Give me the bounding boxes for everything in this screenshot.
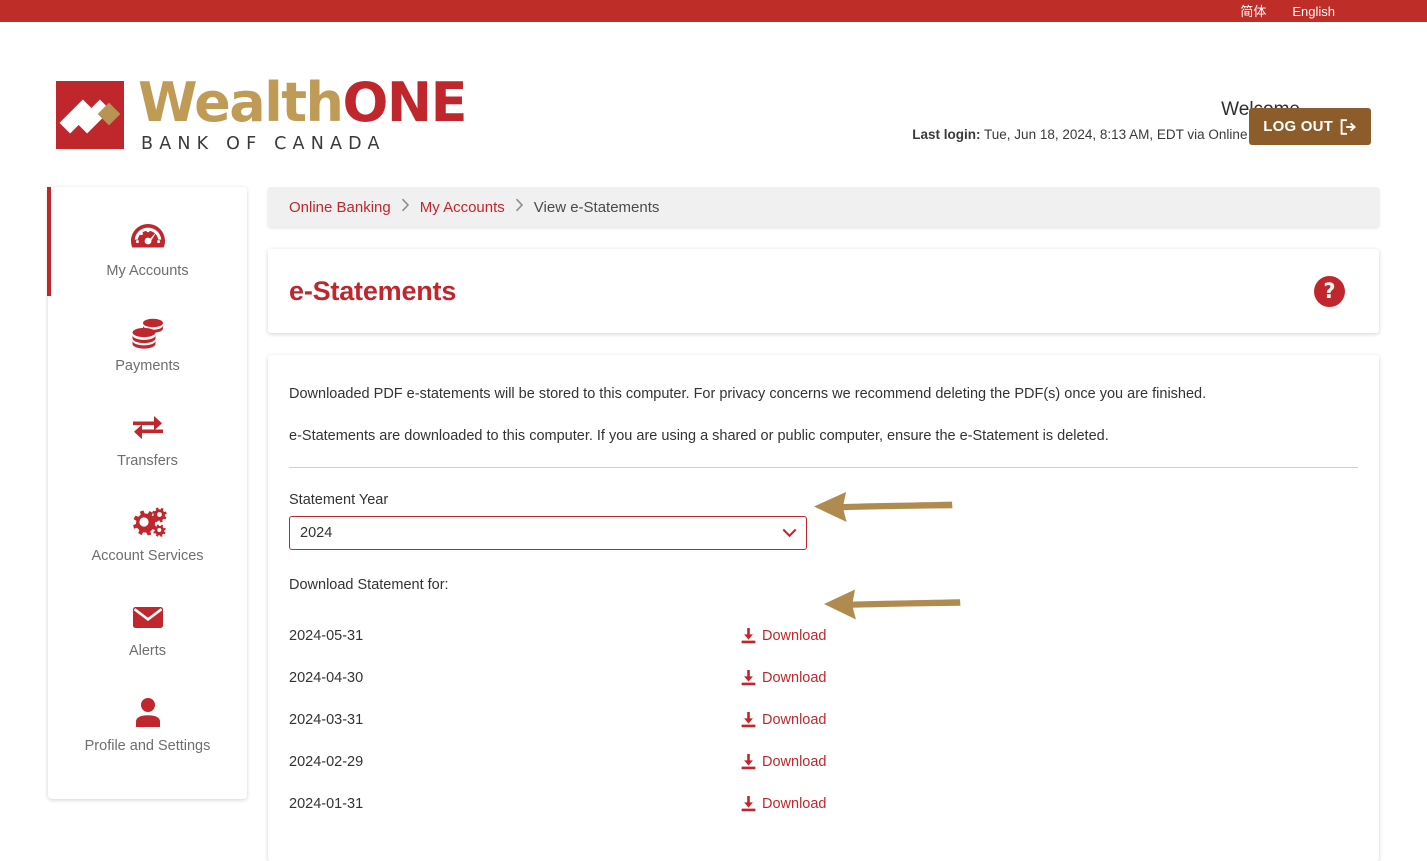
download-link-label: Download — [762, 712, 827, 728]
sidebar-item-profile-and-settings[interactable]: Profile and Settings — [48, 676, 247, 771]
download-link-label: Download — [762, 796, 827, 812]
site-header: WealthONE BANK OF CANADA Welcome Last lo… — [0, 22, 1427, 187]
sidebar-item-label: Payments — [115, 358, 180, 374]
statement-date: 2024-03-31 — [289, 712, 364, 728]
breadcrumb: Online Banking My Accounts View e-Statem… — [268, 187, 1379, 227]
statement-year-field: 2024 — [289, 516, 807, 550]
language-link-simplified-chinese[interactable]: 简体 — [1240, 5, 1266, 18]
sidebar-item-payments[interactable]: Payments — [48, 296, 247, 391]
brand-word-one: ONE — [342, 71, 467, 134]
welcome-text: Welcome — [912, 98, 1300, 122]
download-icon — [741, 628, 756, 644]
download-statement-for-label: Download Statement for: — [289, 577, 449, 593]
breadcrumb-item-my-accounts[interactable]: My Accounts — [420, 199, 505, 216]
privacy-info-text-1: Downloaded PDF e-statements will be stor… — [289, 386, 1207, 402]
sidebar-item-label: Profile and Settings — [84, 738, 211, 754]
download-link-label: Download — [762, 754, 827, 770]
chevron-right-icon — [515, 198, 524, 216]
sidebar-item-label: Alerts — [128, 643, 167, 659]
chevron-right-icon — [401, 198, 410, 216]
transfer-arrows-icon — [48, 408, 247, 446]
gears-icon — [48, 503, 247, 541]
statement-date: 2024-01-31 — [289, 796, 364, 812]
brand-logo[interactable]: WealthONE BANK OF CANADA — [56, 71, 467, 155]
section-divider — [289, 467, 1358, 468]
sidebar-item-account-services[interactable]: Account Services — [48, 486, 247, 581]
sidebar-item-alerts[interactable]: Alerts — [48, 581, 247, 676]
download-link[interactable]: Download — [741, 754, 827, 770]
statement-year-select[interactable]: 2024 — [289, 516, 807, 550]
page-title: e-Statements — [289, 275, 457, 306]
download-icon — [741, 796, 756, 812]
logout-button[interactable]: LOG OUT — [1249, 108, 1371, 145]
download-link[interactable]: Download — [741, 712, 827, 728]
download-icon — [741, 712, 756, 728]
speedometer-icon — [48, 218, 247, 256]
download-link[interactable]: Download — [741, 796, 827, 812]
statement-year-label: Statement Year — [289, 492, 389, 508]
language-link-english[interactable]: English — [1292, 5, 1335, 18]
sidebar-item-my-accounts[interactable]: My Accounts — [47, 187, 247, 296]
sidebar-item-transfers[interactable]: Transfers — [48, 391, 247, 486]
estatements-card: Downloaded PDF e-statements will be stor… — [268, 355, 1379, 861]
table-row: 2024-04-30 Download — [289, 657, 1358, 699]
page-layout: My Accounts Payments Transfers Account S… — [0, 187, 1427, 861]
download-link[interactable]: Download — [741, 628, 827, 644]
main-column: Online Banking My Accounts View e-Statem… — [268, 187, 1379, 861]
last-login-label: Last login: — [912, 127, 981, 142]
logout-button-label: LOG OUT — [1263, 118, 1333, 135]
download-icon — [741, 670, 756, 686]
statement-date: 2024-05-31 — [289, 628, 364, 644]
table-row: 2024-01-31 Download — [289, 783, 1358, 825]
brand-word-wealth: Wealth — [138, 71, 344, 134]
envelope-icon — [48, 598, 247, 636]
download-link-label: Download — [762, 628, 827, 644]
download-icon — [741, 754, 756, 770]
breadcrumb-item-online-banking[interactable]: Online Banking — [289, 199, 391, 216]
sidebar-item-label: My Accounts — [106, 263, 189, 279]
table-row: 2024-03-31 Download — [289, 699, 1358, 741]
sidebar-item-label: Account Services — [91, 548, 204, 564]
table-row: 2024-05-31 Download — [289, 615, 1358, 657]
last-login-info: Last login: Tue, Jun 18, 2024, 8:13 AM, … — [912, 125, 1300, 145]
table-row: 2024-02-29 Download — [289, 741, 1358, 783]
download-link-label: Download — [762, 670, 827, 686]
statement-date: 2024-02-29 — [289, 754, 364, 770]
brand-wordmark: WealthONE BANK OF CANADA — [138, 71, 467, 155]
brand-subtitle: BANK OF CANADA — [141, 134, 386, 154]
download-link[interactable]: Download — [741, 670, 827, 686]
wealthone-logo-mark-icon — [56, 81, 124, 149]
sign-out-icon — [1340, 118, 1357, 135]
page-title-card: e-Statements ? — [268, 249, 1379, 333]
user-icon — [48, 693, 247, 731]
language-bar: 简体 English — [0, 0, 1427, 22]
sidebar-item-label: Transfers — [117, 453, 178, 469]
statement-date: 2024-04-30 — [289, 670, 364, 686]
primary-sidebar: My Accounts Payments Transfers Account S… — [47, 187, 247, 799]
privacy-info-text-2: e-Statements are downloaded to this comp… — [289, 428, 1109, 444]
coins-icon — [48, 313, 247, 351]
breadcrumb-item-current: View e-Statements — [533, 198, 660, 216]
help-icon[interactable]: ? — [1314, 275, 1345, 307]
welcome-block: Welcome Last login: Tue, Jun 18, 2024, 8… — [912, 98, 1300, 145]
